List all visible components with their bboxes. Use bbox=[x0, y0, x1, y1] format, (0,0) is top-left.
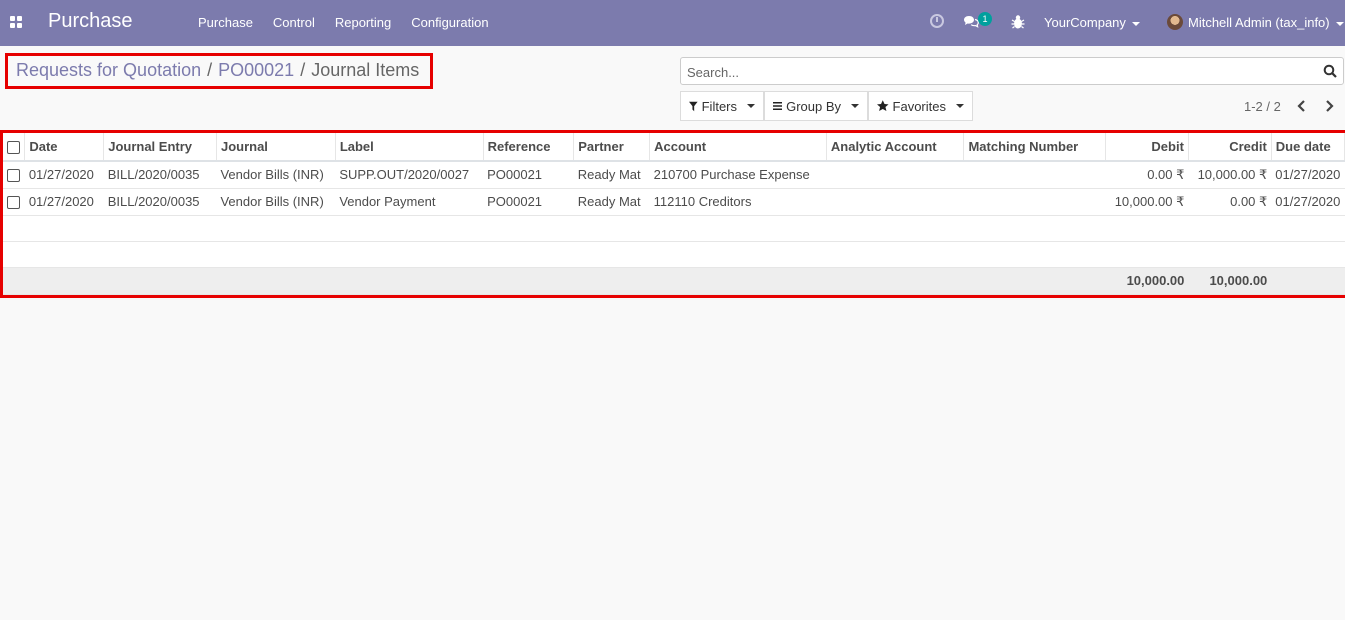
cell-debit: 10,000.00 ₹ bbox=[1105, 188, 1189, 216]
breadcrumb-separator: / bbox=[300, 60, 306, 80]
caret-down-icon bbox=[1335, 21, 1344, 26]
total-credit: 10,000.00 bbox=[1188, 266, 1272, 295]
row-checkbox[interactable] bbox=[7, 196, 21, 210]
total-debit: 10,000.00 bbox=[1105, 266, 1189, 295]
col-header-label[interactable]: Label bbox=[335, 133, 484, 162]
cell-partner: Ready Mat bbox=[573, 188, 650, 216]
empty-cell bbox=[3, 241, 1345, 268]
col-header-debit[interactable]: Debit bbox=[1105, 133, 1189, 162]
row-select-cell bbox=[3, 188, 25, 216]
cell-analytic-account bbox=[826, 188, 964, 216]
table-footer-row: 10,000.00 10,000.00 bbox=[3, 266, 1345, 295]
filter-icon bbox=[689, 101, 698, 111]
cell-date: 01/27/2020 bbox=[24, 161, 104, 189]
user-menu[interactable]: Mitchell Admin (tax_info) bbox=[1188, 15, 1344, 30]
app-brand: Purchase bbox=[48, 10, 133, 32]
favorites-label: Favorites bbox=[892, 98, 946, 114]
cell-reference: PO00021 bbox=[483, 188, 574, 216]
empty-cell bbox=[3, 215, 1345, 242]
col-header-reference[interactable]: Reference bbox=[483, 133, 575, 162]
col-header-date[interactable]: Date bbox=[24, 133, 105, 162]
cell-analytic-account bbox=[826, 161, 964, 189]
group-by-button[interactable]: Group By bbox=[764, 91, 868, 121]
col-header-journal-entry[interactable]: Journal Entry bbox=[103, 133, 217, 162]
cell-date: 01/27/2020 bbox=[24, 188, 104, 216]
row-select-cell bbox=[3, 161, 25, 189]
caret-down-icon bbox=[1131, 21, 1140, 26]
breadcrumb-rfq[interactable]: Requests for Quotation bbox=[16, 60, 201, 80]
search-box bbox=[680, 57, 1344, 85]
company-name: YourCompany bbox=[1044, 15, 1126, 30]
cell-journal-entry: BILL/2020/0035 bbox=[103, 188, 217, 216]
user-name: Mitchell Admin (tax_info) bbox=[1188, 15, 1330, 30]
col-header-due-date[interactable]: Due date bbox=[1271, 133, 1345, 162]
cell-label: Vendor Payment bbox=[335, 188, 484, 216]
cell-matching-number bbox=[963, 161, 1106, 189]
list-icon bbox=[773, 101, 783, 111]
col-header-credit[interactable]: Credit bbox=[1188, 133, 1272, 162]
cell-journal: Vendor Bills (INR) bbox=[216, 188, 336, 216]
cell-partner: Ready Mat bbox=[573, 161, 650, 189]
menu-item-configuration[interactable]: Configuration bbox=[411, 15, 488, 30]
chevron-right-icon[interactable] bbox=[1322, 98, 1336, 114]
caret-down-icon bbox=[747, 104, 755, 108]
star-icon bbox=[877, 100, 889, 111]
menu-item-control[interactable]: Control bbox=[273, 15, 315, 30]
group-by-label: Group By bbox=[786, 98, 841, 114]
favorites-button[interactable]: Favorites bbox=[868, 91, 973, 121]
main-menu: Purchase Control Reporting Configuration bbox=[198, 15, 489, 30]
chat-icon[interactable] bbox=[963, 15, 979, 28]
caret-down-icon bbox=[851, 104, 859, 108]
table-row[interactable]: 01/27/2020 BILL/2020/0035 Vendor Bills (… bbox=[3, 188, 1345, 216]
breadcrumb-po[interactable]: PO00021 bbox=[218, 60, 294, 80]
menu-item-purchase[interactable]: Purchase bbox=[198, 15, 253, 30]
cell-matching-number bbox=[963, 188, 1106, 216]
filters-label: Filters bbox=[701, 98, 737, 114]
table-row[interactable]: 01/27/2020 BILL/2020/0035 Vendor Bills (… bbox=[3, 161, 1345, 189]
cell-debit: 0.00 ₹ bbox=[1105, 161, 1189, 189]
cell-credit: 0.00 ₹ bbox=[1188, 188, 1272, 216]
select-all-cell bbox=[3, 133, 26, 162]
cell-credit: 10,000.00 ₹ bbox=[1188, 161, 1272, 189]
cell-due-date: 01/27/2020 bbox=[1271, 188, 1345, 216]
search-input[interactable] bbox=[687, 63, 1307, 81]
bug-icon[interactable] bbox=[1011, 14, 1025, 30]
col-header-journal[interactable]: Journal bbox=[216, 133, 336, 162]
select-all-checkbox[interactable] bbox=[7, 141, 21, 155]
activity-clock-icon[interactable] bbox=[930, 14, 944, 28]
cell-label: SUPP.OUT/2020/0027 bbox=[335, 161, 484, 189]
col-header-matching-number[interactable]: Matching Number bbox=[963, 133, 1107, 162]
cell-journal: Vendor Bills (INR) bbox=[216, 161, 336, 189]
footer-spacer bbox=[1271, 266, 1345, 295]
user-avatar[interactable] bbox=[1167, 14, 1183, 30]
journal-items-table: Date Journal Entry Journal Label Referen… bbox=[3, 133, 1345, 295]
col-header-partner[interactable]: Partner bbox=[573, 133, 651, 162]
chat-badge: 1 bbox=[978, 12, 992, 26]
cell-account: 112110 Creditors bbox=[649, 188, 827, 216]
apps-menu-icon[interactable] bbox=[10, 16, 23, 28]
empty-row bbox=[3, 215, 1345, 242]
filters-button[interactable]: Filters bbox=[680, 91, 764, 121]
breadcrumb-current: Journal Items bbox=[311, 60, 420, 80]
empty-row bbox=[3, 241, 1345, 268]
top-navbar: Purchase Purchase Control Reporting Conf… bbox=[0, 0, 1345, 46]
cell-reference: PO00021 bbox=[483, 161, 574, 189]
breadcrumb: Requests for Quotation / PO00021/Journal I… bbox=[16, 60, 419, 81]
search-icon[interactable] bbox=[1323, 64, 1337, 78]
caret-down-icon bbox=[956, 104, 964, 108]
row-checkbox[interactable] bbox=[7, 169, 21, 183]
cell-journal-entry: BILL/2020/0035 bbox=[103, 161, 217, 189]
menu-item-reporting[interactable]: Reporting bbox=[335, 15, 391, 30]
pager-value[interactable]: 1-2 / 2 bbox=[1244, 99, 1281, 114]
chevron-left-icon[interactable] bbox=[1295, 98, 1309, 114]
cell-account: 210700 Purchase Expense bbox=[649, 161, 827, 189]
company-switcher[interactable]: YourCompany bbox=[1044, 15, 1140, 30]
col-header-analytic-account[interactable]: Analytic Account bbox=[826, 133, 965, 162]
breadcrumb-separator: / bbox=[207, 60, 213, 80]
footer-spacer bbox=[3, 266, 1106, 295]
col-header-account[interactable]: Account bbox=[649, 133, 827, 162]
table-header-row: Date Journal Entry Journal Label Referen… bbox=[3, 133, 1345, 162]
cell-due-date: 01/27/2020 bbox=[1271, 161, 1345, 189]
